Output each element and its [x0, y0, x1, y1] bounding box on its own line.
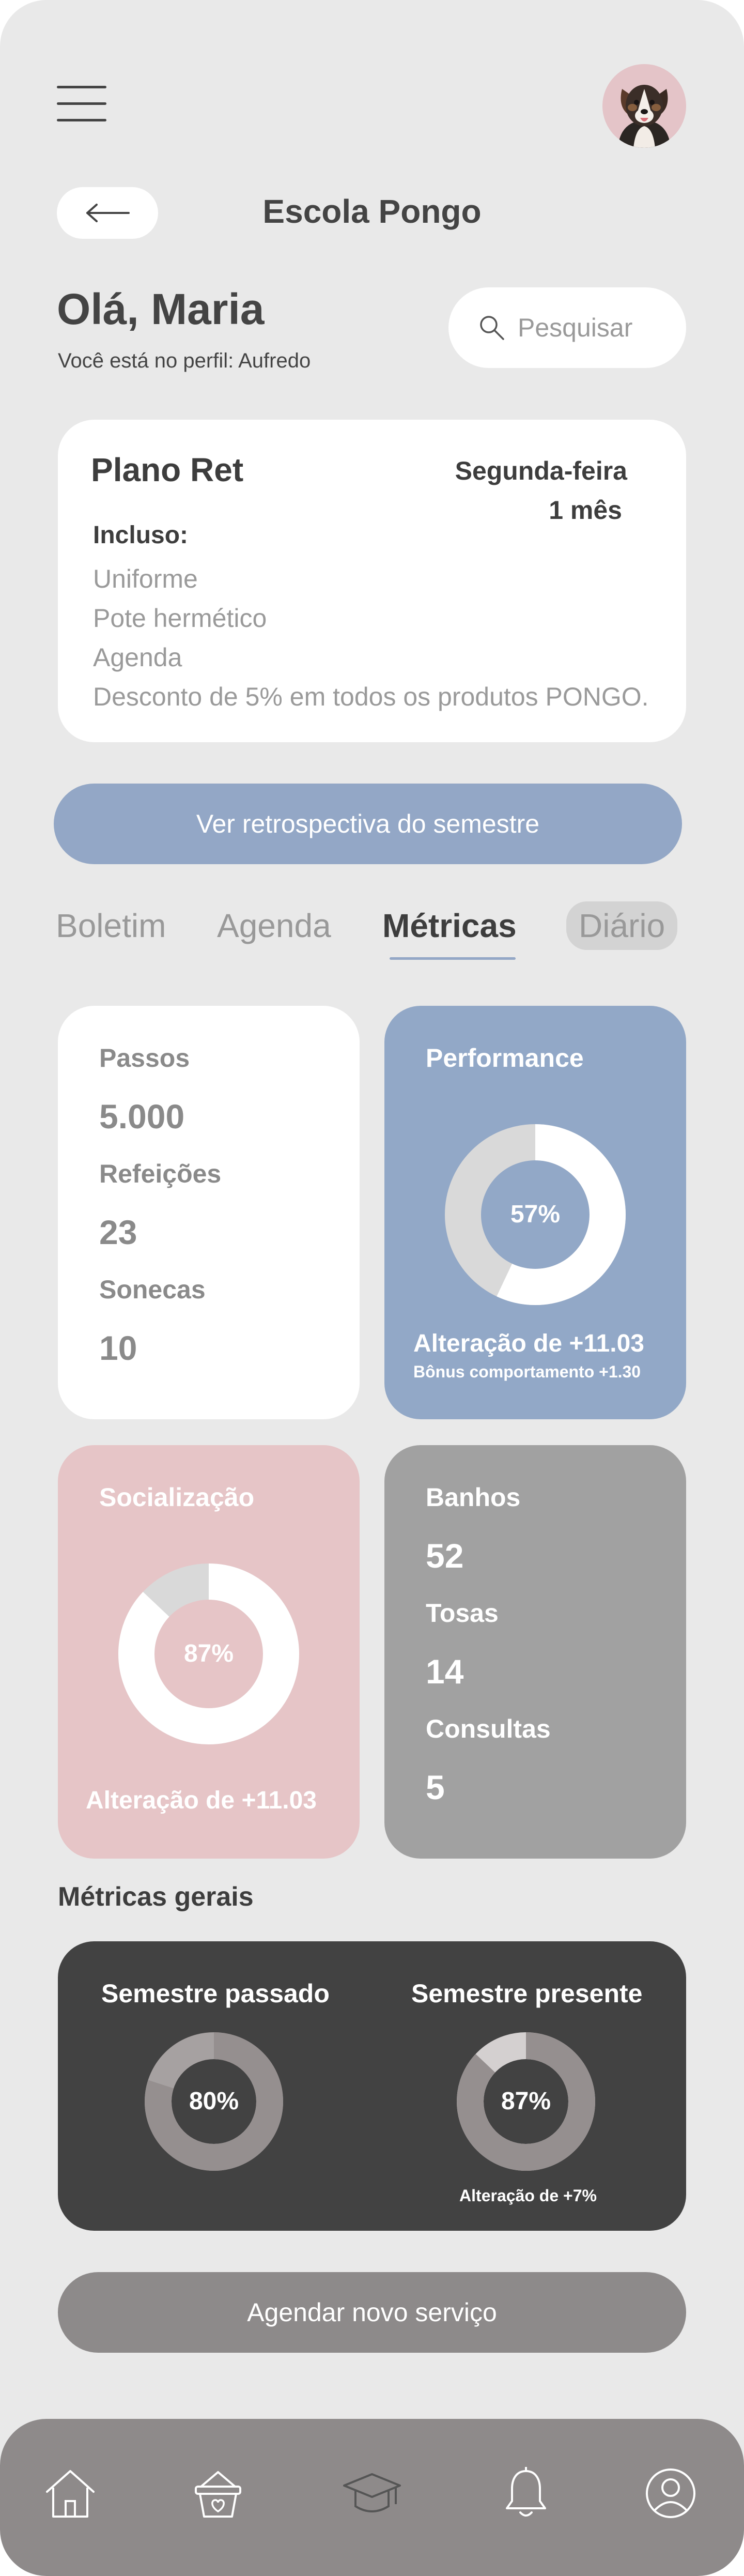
plan-item: Pote hermético — [93, 604, 267, 633]
nav-shop[interactable] — [187, 2462, 249, 2524]
tab-agenda[interactable]: Agenda — [217, 907, 331, 945]
plan-items-list: Uniforme Pote hermético Agenda Desconto … — [93, 559, 649, 716]
socialization-change: Alteração de +11.03 — [86, 1787, 317, 1814]
stat-label: Sonecas — [99, 1275, 206, 1304]
profile-icon — [646, 2468, 695, 2518]
service-label: Tosas — [426, 1599, 499, 1628]
bell-icon — [506, 2467, 546, 2517]
plan-included-label: Incluso: — [93, 522, 189, 549]
service-value: 14 — [426, 1652, 464, 1691]
service-label: Consultas — [426, 1714, 551, 1743]
stat-label: Passos — [99, 1044, 190, 1072]
schedule-service-button[interactable]: Agendar novo serviço — [58, 2272, 686, 2353]
home-icon — [46, 2470, 95, 2518]
present-semester-change: Alteração de +7% — [459, 2186, 597, 2205]
past-semester-label: Semestre passado — [101, 1979, 330, 2008]
stat-value: 5.000 — [99, 1097, 185, 1136]
plan-duration: 1 mês — [549, 496, 622, 525]
stat-value: 23 — [99, 1213, 137, 1251]
activity-stats-card[interactable]: Passos 5.000 Refeições 23 Sonecas 10 — [58, 1006, 360, 1419]
service-value: 52 — [426, 1537, 464, 1575]
performance-change: Alteração de +11.03 — [413, 1330, 644, 1357]
plan-item: Agenda — [93, 643, 182, 672]
performance-title: Performance — [426, 1044, 584, 1072]
performance-bonus: Bônus comportamento +1.30 — [413, 1362, 641, 1381]
greeting: Olá, Maria — [57, 285, 265, 333]
performance-card[interactable]: Performance 57% Alteração de +11.03 Bônu… — [384, 1006, 686, 1419]
nav-school[interactable] — [341, 2462, 403, 2524]
app-title: Escola Pongo — [262, 193, 482, 230]
service-value: 5 — [426, 1768, 445, 1806]
back-button[interactable] — [57, 187, 158, 239]
plan-name: Plano Ret — [91, 451, 244, 488]
nav-home[interactable] — [39, 2462, 101, 2524]
service-label: Banhos — [426, 1483, 521, 1512]
nav-profile[interactable] — [640, 2462, 702, 2524]
tab-metricas[interactable]: Métricas — [382, 907, 517, 945]
present-semester-percent: 87% — [501, 2088, 551, 2115]
plan-day: Segunda-feira — [455, 456, 627, 485]
nav-notifications[interactable] — [495, 2462, 557, 2524]
search-icon — [480, 316, 504, 340]
profile-text: Você está no perfil: Aufredo — [58, 349, 311, 372]
stat-label: Refeições — [99, 1159, 222, 1188]
plan-item: Desconto de 5% em todos os produtos PONG… — [93, 682, 649, 711]
graduation-cap-icon — [343, 2473, 401, 2512]
present-semester-label: Semestre presente — [411, 1979, 643, 2008]
retrospective-button[interactable]: Ver retrospectiva do semestre — [54, 784, 682, 864]
socialization-card[interactable]: Socialização 87% Alteração de +11.03 — [58, 1445, 360, 1859]
active-tab-indicator — [390, 957, 516, 960]
tab-boletim[interactable]: Boletim — [56, 907, 166, 945]
plan-card[interactable]: Plano Ret Segunda-feira 1 mês Incluso: U… — [58, 420, 686, 742]
services-stats-card[interactable]: Banhos 52 Tosas 14 Consultas 5 — [384, 1445, 686, 1859]
dog-avatar-image — [602, 64, 686, 148]
performance-percent: 57% — [510, 1201, 561, 1228]
avatar[interactable] — [602, 64, 686, 148]
tab-diario[interactable]: Diário — [566, 901, 678, 950]
shop-basket-icon — [195, 2471, 241, 2518]
stat-value: 10 — [99, 1329, 137, 1367]
arrow-left-icon — [86, 204, 130, 222]
socialization-title: Socialização — [99, 1483, 255, 1512]
plan-item: Uniforme — [93, 564, 198, 593]
general-metrics-card[interactable]: Semestre passado Semestre presente 80% 8… — [58, 1941, 686, 2231]
socialization-percent: 87% — [183, 1640, 234, 1667]
past-semester-percent: 80% — [189, 2088, 239, 2115]
general-metrics-title: Métricas gerais — [58, 1882, 254, 1912]
phone-screen: Escola Pongo Olá, Maria Você está no per… — [0, 0, 744, 2576]
menu-icon[interactable] — [57, 83, 106, 124]
search-input[interactable] — [517, 312, 674, 343]
search-bar[interactable] — [448, 287, 686, 368]
